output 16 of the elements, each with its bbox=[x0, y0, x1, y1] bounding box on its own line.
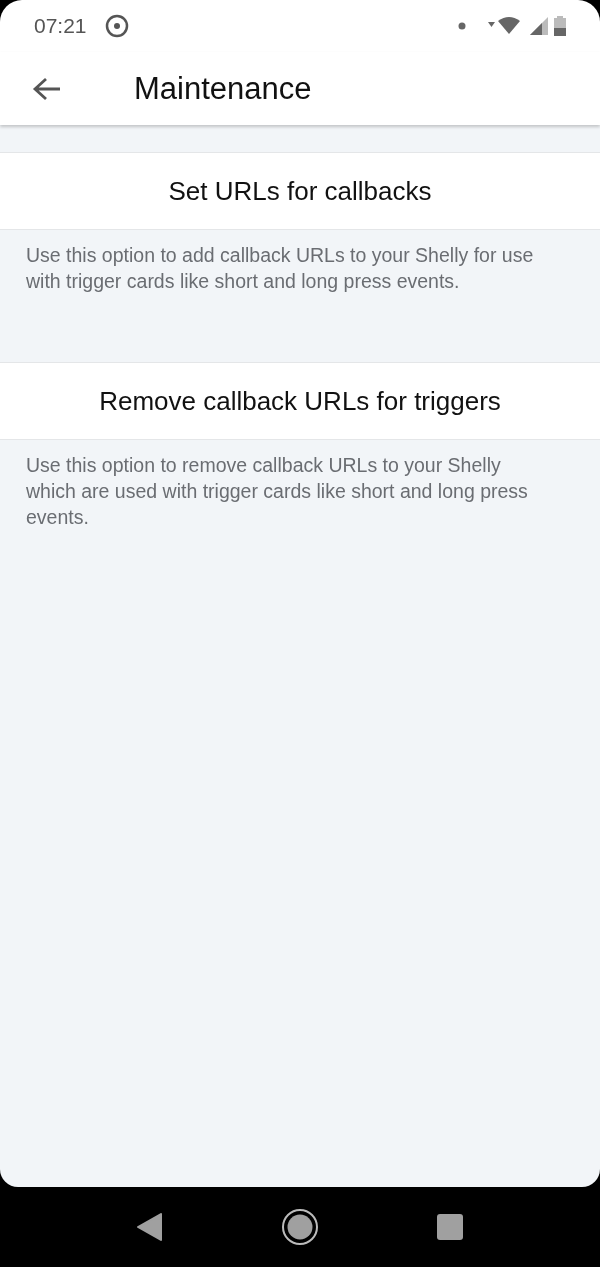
signal-icon bbox=[530, 17, 548, 35]
option-button[interactable]: Set URLs for callbacks bbox=[0, 152, 600, 230]
recents-square-icon bbox=[437, 1214, 463, 1240]
back-arrow-icon bbox=[32, 75, 62, 102]
home-circle-icon bbox=[281, 1208, 319, 1246]
option-button[interactable]: Remove callback URLs for triggers bbox=[0, 362, 600, 440]
home-nav-button[interactable] bbox=[281, 1208, 319, 1246]
option-description: Use this option to add callback URLs to your Shelly for use with trigger cards like short and long press events. bbox=[25, 243, 535, 294]
option-description: Use this option to remove callback URLs to your Shelly which are used with trigger cards like short and long press events. bbox=[25, 453, 529, 530]
screen-title: Maintenance bbox=[134, 70, 312, 107]
back-nav-button[interactable] bbox=[137, 1213, 163, 1241]
battery-icon bbox=[554, 16, 566, 36]
sync-icon bbox=[104, 14, 129, 38]
notification-dot-icon bbox=[458, 22, 466, 30]
status-time: 07:21 bbox=[34, 14, 87, 38]
triangle-back-icon bbox=[137, 1213, 163, 1241]
